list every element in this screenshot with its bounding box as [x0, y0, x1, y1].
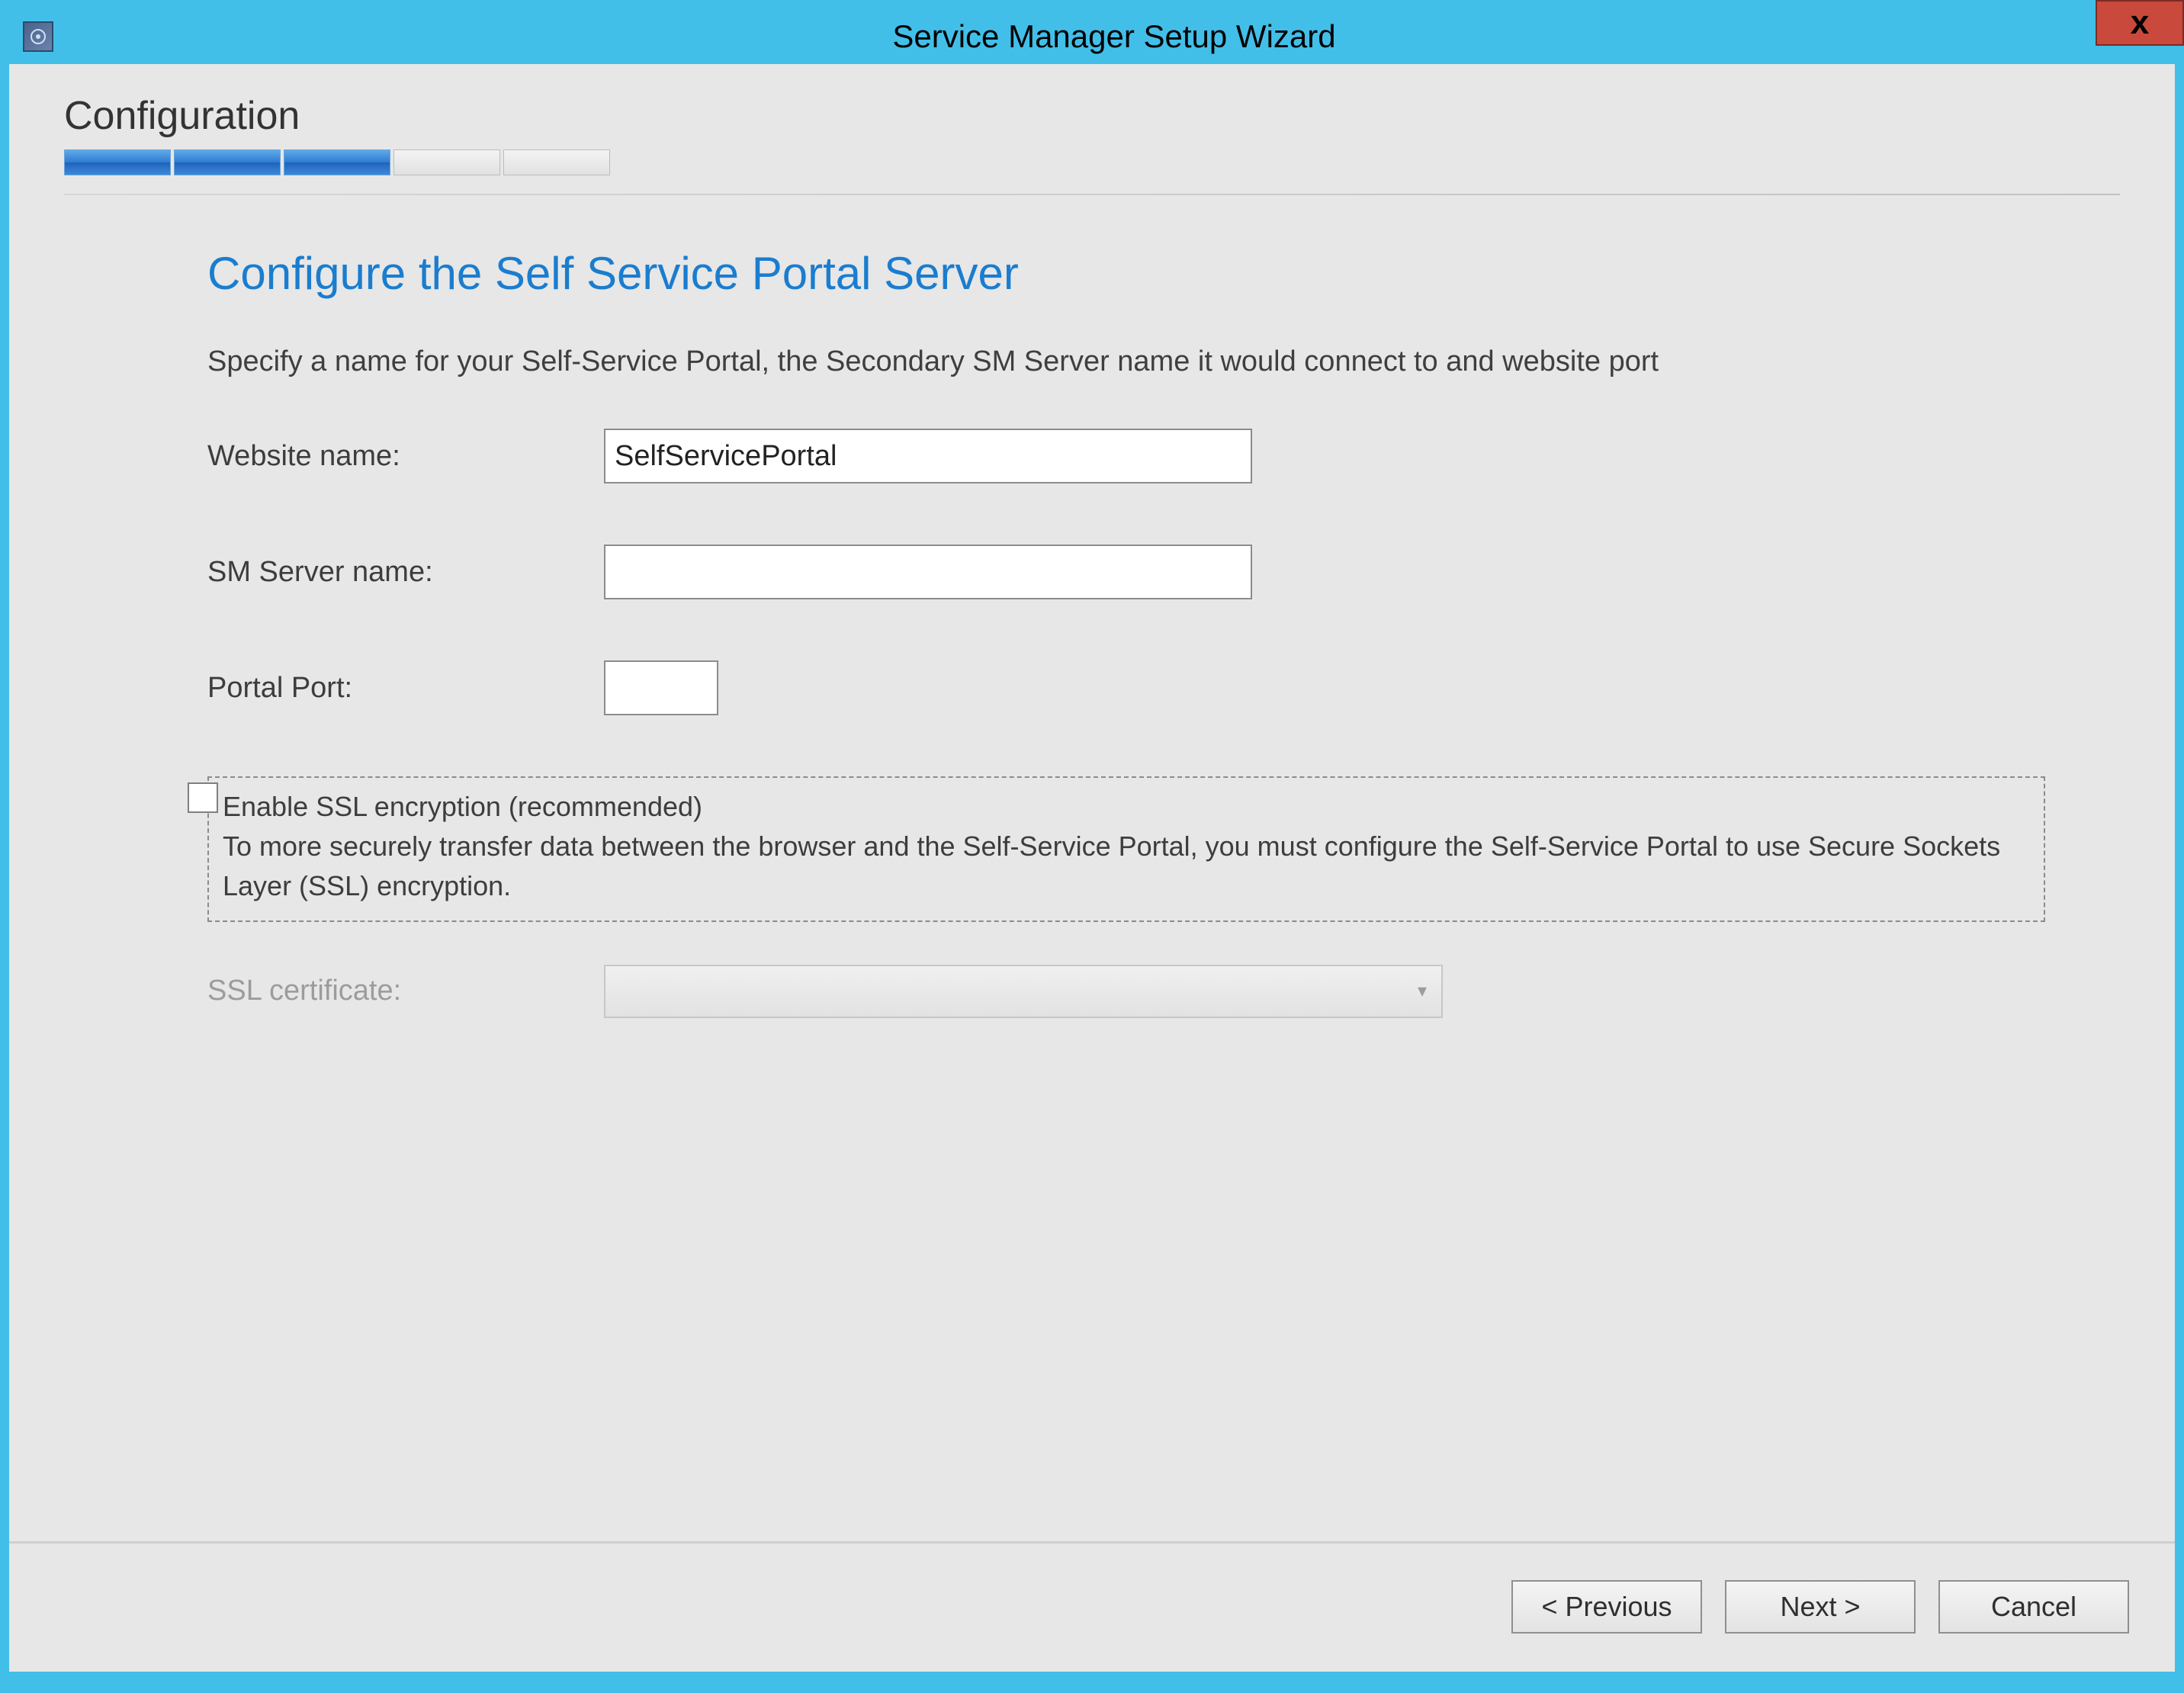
next-button-label: Next > — [1780, 1591, 1860, 1623]
ssl-certificate-row: SSL certificate: ▾ — [207, 965, 2045, 1018]
footer-buttons: < Previous Next > Cancel — [9, 1544, 2175, 1672]
portal-port-label: Portal Port: — [207, 672, 604, 705]
divider — [64, 194, 2120, 195]
ssl-certificate-dropdown[interactable]: ▾ — [604, 965, 1443, 1018]
sm-server-row: SM Server name: — [207, 545, 2045, 599]
ssl-description: To more securely transfer data between t… — [223, 827, 2030, 906]
cancel-button[interactable]: Cancel — [1938, 1580, 2129, 1634]
section-title: Configuration — [64, 93, 2120, 139]
progress-segment — [284, 149, 390, 175]
previous-button[interactable]: < Previous — [1511, 1580, 1702, 1634]
window-title: Service Manager Setup Wizard — [53, 18, 2175, 55]
page-title: Configure the Self Service Portal Server — [207, 247, 2045, 300]
sm-server-input[interactable] — [604, 545, 1252, 599]
app-icon — [23, 21, 53, 52]
website-name-label: Website name: — [207, 440, 604, 473]
ssl-group: Enable SSL encryption (recommended) To m… — [207, 776, 2045, 922]
website-name-input[interactable] — [604, 429, 1252, 483]
progress-segment — [64, 149, 171, 175]
sm-server-label: SM Server name: — [207, 556, 604, 589]
chevron-down-icon: ▾ — [1403, 966, 1441, 1017]
portal-port-row: Portal Port: — [207, 660, 2045, 715]
client-area: Configuration Configure the Self Service… — [9, 64, 2175, 1672]
enable-ssl-label: Enable SSL encryption (recommended) — [223, 787, 2030, 827]
progress-segment — [174, 149, 281, 175]
next-button[interactable]: Next > — [1725, 1580, 1916, 1634]
progress-bar — [64, 149, 2120, 175]
cancel-button-label: Cancel — [1991, 1591, 2076, 1623]
setup-wizard-window: Service Manager Setup Wizard x Configura… — [0, 0, 2184, 1681]
website-name-row: Website name: — [207, 429, 2045, 483]
page-instruction: Specify a name for your Self-Service Por… — [207, 345, 2045, 378]
previous-button-label: < Previous — [1541, 1591, 1672, 1623]
ssl-certificate-label: SSL certificate: — [207, 975, 604, 1007]
close-button[interactable]: x — [2096, 0, 2184, 46]
header-section: Configuration — [9, 64, 2175, 209]
close-icon: x — [2131, 4, 2149, 42]
main-content: Configure the Self Service Portal Server… — [9, 209, 2175, 1541]
progress-segment — [393, 149, 500, 175]
progress-segment — [503, 149, 610, 175]
portal-port-input[interactable] — [604, 660, 718, 715]
title-bar: Service Manager Setup Wizard x — [9, 9, 2175, 64]
enable-ssl-checkbox[interactable] — [188, 782, 218, 813]
